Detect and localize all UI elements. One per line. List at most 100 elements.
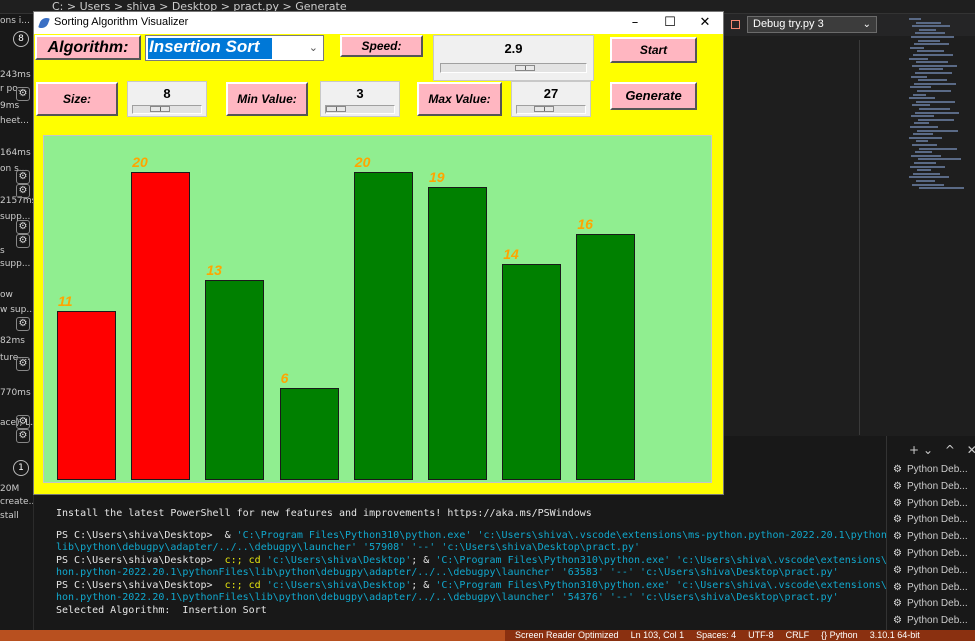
min-value-slider-thumb[interactable] [326,106,346,112]
timeline-item[interactable]: stall [0,511,19,521]
timeline-item[interactable]: 20M [0,484,19,494]
speed-trough[interactable] [440,63,587,73]
terminal-text: Install the latest PowerShell for new fe… [56,508,592,519]
debug-gear-icon: ⚙ [893,615,902,627]
bar-value-label: 16 [577,215,593,232]
size-trough[interactable] [132,105,202,114]
terminal-text: lib\python\debugpy\adapter/../..\debugpy… [56,542,640,553]
minimap-line [917,50,944,53]
terminal-tab[interactable]: ⚙ Python Deb... [893,615,975,631]
gear-icon[interactable]: ⚙ [16,220,30,234]
speed-slider-thumb[interactable] [515,65,535,71]
status-item[interactable]: UTF-8 [748,630,774,640]
debug-config-select[interactable]: Debug try.py 3 ⌄ [747,16,877,33]
new-terminal-icon[interactable]: +⌄ ^ ✕ [909,443,975,457]
timeline-item[interactable]: supp... [0,259,30,269]
algorithm-select[interactable]: Insertion Sort ⌄ [145,35,324,61]
timeline-item[interactable]: ow [0,290,13,300]
gear-icon[interactable]: ⚙ [16,87,30,101]
debug-gear-icon: ⚙ [893,581,902,593]
minimap-line [909,57,928,60]
close-button[interactable]: ✕ [692,15,718,31]
timeline-item[interactable]: 243ms [0,70,31,80]
bar-value-label: 6 [280,369,289,386]
debug-gear-icon: ⚙ [893,598,902,610]
minimap-line [909,97,935,100]
terminal-tab-label: Python Deb... [907,480,968,492]
minimap-line [919,108,950,110]
minimize-button[interactable]: – [622,15,648,31]
status-item[interactable]: 3.10.1 64-bit [870,630,920,640]
minimap[interactable] [909,18,969,198]
timeline-item[interactable]: ons i... [0,16,30,26]
start-button[interactable]: Start [610,37,697,63]
terminal-text: PS C:\Users\shiva\Desktop> [56,579,225,591]
terminal-tab[interactable]: ⚙ Python Deb... [893,598,975,614]
stop-icon[interactable] [731,20,740,29]
timeline-item[interactable]: heet... [0,116,29,126]
minimap-line [919,28,936,31]
array-bar [353,172,413,480]
terminal-tab[interactable]: ⚙ Python Deb... [893,514,975,530]
timeline-item[interactable]: 770ms [0,388,31,398]
timeline-item[interactable]: w sup... [0,305,33,315]
terminal-line: Selected Algorithm: Insertion Sort [56,605,886,618]
terminal-text: ; & [411,579,436,591]
terminal-tab[interactable]: ⚙ Python Deb... [893,582,975,598]
timeline-item[interactable]: 9ms [0,101,19,111]
gear-icon[interactable]: ⚙ [16,317,30,331]
terminal-tab-label: Python Deb... [907,564,968,576]
minimap-line [911,115,934,118]
terminal-tab[interactable]: ⚙ Python Deb... [893,498,975,514]
bar-value-label: 20 [132,154,148,170]
max-value-scale[interactable]: 27 [511,81,591,117]
gear-icon[interactable]: ⚙ [16,170,30,184]
minimap-line [918,79,947,82]
terminal-tab[interactable]: ⚙ Python Deb... [893,548,975,564]
gear-icon[interactable]: ⚙ [16,415,30,429]
size-value: 8 [163,86,171,101]
debug-config-value: Debug try.py 3 [753,18,824,30]
minimap-line [915,32,945,35]
size-slider-thumb[interactable] [150,106,170,112]
terminal-tab[interactable]: ⚙ Python Deb... [893,531,975,547]
timeline-item[interactable]: create... [0,497,33,507]
status-item[interactable]: CRLF [786,630,810,640]
speed-scale[interactable]: 2.9 [433,35,594,81]
terminal-line: hon.python-2022.20.1\pythonFiles\lib\pyt… [56,567,886,580]
min-value-scale[interactable]: 3 [320,81,400,117]
gear-icon[interactable]: ⚙ [16,357,30,371]
minimap-line [916,100,955,103]
debug-gear-icon: ⚙ [893,497,902,509]
max-value-slider-thumb[interactable] [534,106,554,112]
array-bar [428,187,487,480]
status-item[interactable]: Ln 103, Col 1 [631,630,685,640]
editor-guide-line [859,40,860,435]
min-value-label: Min Value: [226,82,308,116]
status-item[interactable]: {} Python [821,630,858,640]
minimap-line [914,43,949,46]
timeline-item[interactable]: s [0,246,5,256]
timeline-item[interactable]: 164ms [0,148,31,158]
status-item[interactable]: Spaces: 4 [696,630,736,640]
generate-button[interactable]: Generate [610,82,697,110]
terminal-tab[interactable]: ⚙ Python Deb... [893,464,975,480]
maximize-button[interactable]: ☐ [657,15,683,31]
gear-icon[interactable]: ⚙ [16,184,30,198]
max-value-trough[interactable] [516,105,586,114]
minimap-line [911,75,927,78]
gear-icon[interactable]: ⚙ [16,429,30,443]
size-label: Size: [36,82,118,116]
minimap-line [915,151,932,154]
minimap-line [916,140,928,143]
minimap-line [910,165,945,168]
array-bar [57,310,116,480]
size-scale[interactable]: 8 [127,81,207,117]
timeline-item[interactable]: 82ms [0,336,25,346]
terminal-tab[interactable]: ⚙ Python Deb... [893,565,975,581]
array-bar [279,387,339,480]
gear-icon[interactable]: ⚙ [16,234,30,248]
status-item[interactable]: Screen Reader Optimized [515,630,619,640]
terminal-tab[interactable]: ⚙ Python Deb... [893,481,975,497]
min-value-trough[interactable] [325,105,395,114]
